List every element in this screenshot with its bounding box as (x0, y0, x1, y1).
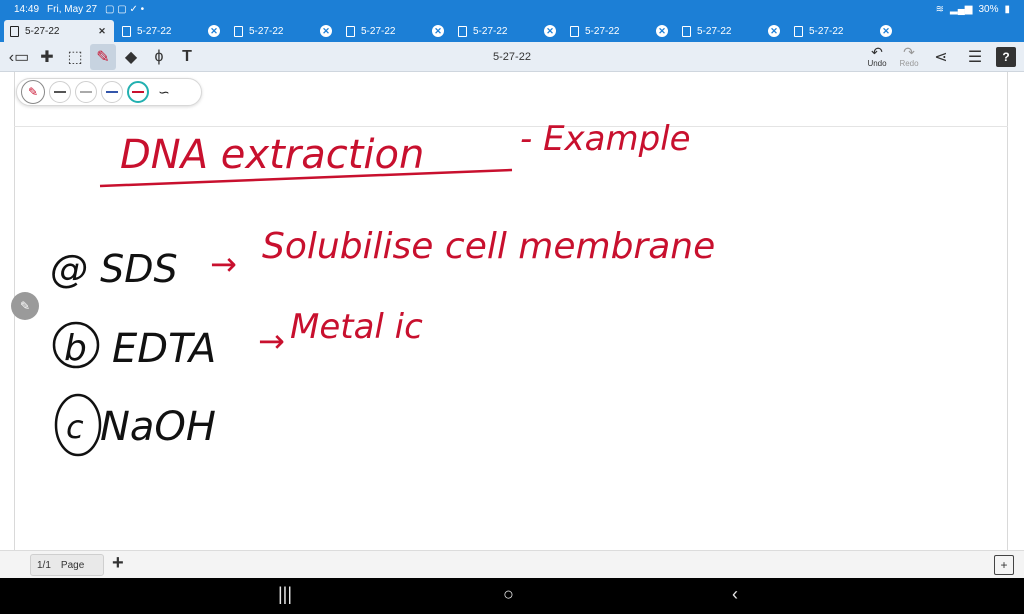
home-icon[interactable]: ○ (503, 584, 514, 605)
item-b-label: EDTA (112, 326, 216, 372)
item-c-label: NaOH (100, 404, 216, 450)
page-indicator[interactable]: 1/1 Page (30, 554, 104, 576)
zoom-icon[interactable]: + (994, 555, 1014, 575)
item-a-arrow: → (210, 245, 237, 283)
title-dna-extraction: DNA extraction (120, 132, 424, 178)
back-icon[interactable]: ‹ (732, 584, 738, 605)
item-c-mark: c (66, 408, 84, 446)
title-example: - Example (520, 119, 691, 159)
handwriting-layer: DNA extraction - Example @ SDS → Solubil… (50, 119, 715, 457)
item-a-label: @ SDS (50, 247, 178, 291)
page-label: Page (60, 559, 85, 571)
page-count: 1/1 (37, 559, 51, 571)
add-page-icon[interactable]: + (112, 552, 124, 575)
android-nav-bar: ||| ○ ‹ (0, 578, 1024, 614)
recent-apps-icon[interactable]: ||| (278, 584, 292, 605)
item-b-mark: b (64, 328, 87, 369)
item-b-arrow: → (258, 322, 285, 360)
item-a-text: Solubilise cell membrane (262, 226, 715, 267)
page-footer: 1/1 Page + + (0, 550, 1024, 578)
item-b-text: Metal ic (290, 307, 423, 347)
